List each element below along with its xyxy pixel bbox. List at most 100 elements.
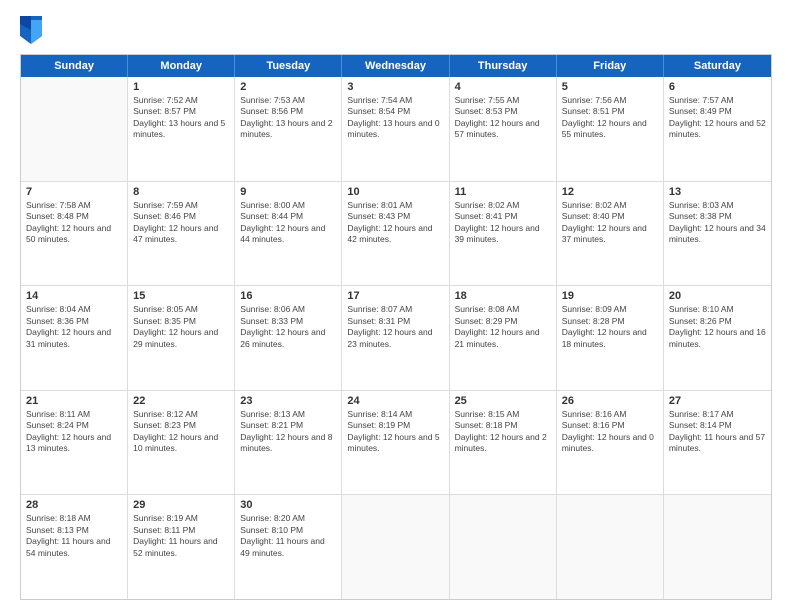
day-number: 13 xyxy=(669,186,766,198)
header xyxy=(20,16,772,44)
cell-info: Sunrise: 7:53 AM Sunset: 8:56 PM Dayligh… xyxy=(240,95,336,141)
calendar-cell: 3Sunrise: 7:54 AM Sunset: 8:54 PM Daylig… xyxy=(342,77,449,181)
calendar-cell: 7Sunrise: 7:58 AM Sunset: 8:48 PM Daylig… xyxy=(21,182,128,286)
calendar-cell xyxy=(342,495,449,599)
cell-info: Sunrise: 8:02 AM Sunset: 8:41 PM Dayligh… xyxy=(455,200,551,246)
day-number: 1 xyxy=(133,81,229,93)
day-number: 23 xyxy=(240,395,336,407)
day-number: 22 xyxy=(133,395,229,407)
day-number: 16 xyxy=(240,290,336,302)
day-number: 30 xyxy=(240,499,336,511)
calendar-cell: 4 Sunrise: 7:55 AM Sunset: 8:53 PM Daylig… xyxy=(450,77,557,181)
logo xyxy=(20,16,46,44)
calendar-cell: 17 Sunrise: 8:07 AM Sunset: 8:31 PM Dayli… xyxy=(342,286,449,390)
header-day-thursday: Thursday xyxy=(450,55,557,77)
day-number: 27 xyxy=(669,395,766,407)
cell-info: Sunrise: 8:05 AM Sunset: 8:35 PM Dayligh… xyxy=(133,304,229,350)
day-number: 8 xyxy=(133,186,229,198)
day-number: 17 xyxy=(347,290,443,302)
calendar-cell: 21 Sunrise: 8:11 AM Sunset: 8:24 PM Dayli… xyxy=(21,391,128,495)
header-day-monday: Monday xyxy=(128,55,235,77)
day-number: 12 xyxy=(562,186,658,198)
cell-info: Sunrise: 8:11 AM Sunset: 8:24 PM Dayligh… xyxy=(26,409,122,455)
cell-info: Sunrise: 8:07 AM Sunset: 8:31 PM Dayligh… xyxy=(347,304,443,350)
calendar-cell: 9 Sunrise: 8:00 AM Sunset: 8:44 PM Daylig… xyxy=(235,182,342,286)
day-number: 20 xyxy=(669,290,766,302)
day-number: 19 xyxy=(562,290,658,302)
day-number: 25 xyxy=(455,395,551,407)
header-day-tuesday: Tuesday xyxy=(235,55,342,77)
header-day-saturday: Saturday xyxy=(664,55,771,77)
day-number: 14 xyxy=(26,290,122,302)
cell-info: Sunrise: 8:19 AM Sunset: 8:11 PM Dayligh… xyxy=(133,513,229,559)
calendar-cell: 2 Sunrise: 7:53 AM Sunset: 8:56 PM Daylig… xyxy=(235,77,342,181)
calendar-row-0: 1 Sunrise: 7:52 AM Sunset: 8:57 PM Daylig… xyxy=(21,77,771,182)
day-number: 7 xyxy=(26,186,122,198)
cell-info: Sunrise: 8:15 AM Sunset: 8:18 PM Dayligh… xyxy=(455,409,551,455)
day-number: 24 xyxy=(347,395,443,407)
cell-info: Sunrise: 8:01 AM Sunset: 8:43 PM Dayligh… xyxy=(347,200,443,246)
calendar-cell: 19Sunrise: 8:09 AM Sunset: 8:28 PM Dayli… xyxy=(557,286,664,390)
day-number: 26 xyxy=(562,395,658,407)
cell-info: Sunrise: 8:02 AM Sunset: 8:40 PM Dayligh… xyxy=(562,200,658,246)
cell-info: Sunrise: 8:14 AM Sunset: 8:19 PM Dayligh… xyxy=(347,409,443,455)
day-number: 4 xyxy=(455,81,551,93)
cell-info: Sunrise: 8:13 AM Sunset: 8:21 PM Dayligh… xyxy=(240,409,336,455)
cell-info: Sunrise: 8:10 AM Sunset: 8:26 PM Dayligh… xyxy=(669,304,766,350)
logo-icon xyxy=(20,16,42,44)
cell-info: Sunrise: 8:04 AM Sunset: 8:36 PM Dayligh… xyxy=(26,304,122,350)
calendar-cell: 8 Sunrise: 7:59 AM Sunset: 8:46 PM Daylig… xyxy=(128,182,235,286)
day-number: 2 xyxy=(240,81,336,93)
day-number: 28 xyxy=(26,499,122,511)
cell-info: Sunrise: 7:55 AM Sunset: 8:53 PM Dayligh… xyxy=(455,95,551,141)
cell-info: Sunrise: 8:20 AM Sunset: 8:10 PM Dayligh… xyxy=(240,513,336,559)
day-number: 15 xyxy=(133,290,229,302)
calendar-cell: 1 Sunrise: 7:52 AM Sunset: 8:57 PM Daylig… xyxy=(128,77,235,181)
page: SundayMondayTuesdayWednesdayThursdayFrid… xyxy=(0,0,792,612)
calendar-cell: 13 Sunrise: 8:03 AM Sunset: 8:38 PM Dayli… xyxy=(664,182,771,286)
day-number: 29 xyxy=(133,499,229,511)
calendar-cell: 18 Sunrise: 8:08 AM Sunset: 8:29 PM Dayli… xyxy=(450,286,557,390)
calendar-cell xyxy=(450,495,557,599)
cell-info: Sunrise: 8:00 AM Sunset: 8:44 PM Dayligh… xyxy=(240,200,336,246)
calendar-cell: 15 Sunrise: 8:05 AM Sunset: 8:35 PM Dayli… xyxy=(128,286,235,390)
cell-info: Sunrise: 8:12 AM Sunset: 8:23 PM Dayligh… xyxy=(133,409,229,455)
cell-info: Sunrise: 8:03 AM Sunset: 8:38 PM Dayligh… xyxy=(669,200,766,246)
calendar-cell: 10Sunrise: 8:01 AM Sunset: 8:43 PM Dayli… xyxy=(342,182,449,286)
cell-info: Sunrise: 8:08 AM Sunset: 8:29 PM Dayligh… xyxy=(455,304,551,350)
day-number: 6 xyxy=(669,81,766,93)
calendar-cell: 12 Sunrise: 8:02 AM Sunset: 8:40 PM Dayli… xyxy=(557,182,664,286)
day-number: 21 xyxy=(26,395,122,407)
calendar-cell: 5Sunrise: 7:56 AM Sunset: 8:51 PM Daylig… xyxy=(557,77,664,181)
calendar-cell: 30 Sunrise: 8:20 AM Sunset: 8:10 PM Dayli… xyxy=(235,495,342,599)
cell-info: Sunrise: 8:17 AM Sunset: 8:14 PM Dayligh… xyxy=(669,409,766,455)
cell-info: Sunrise: 8:16 AM Sunset: 8:16 PM Dayligh… xyxy=(562,409,658,455)
day-number: 11 xyxy=(455,186,551,198)
header-day-friday: Friday xyxy=(557,55,664,77)
calendar-cell: 23 Sunrise: 8:13 AM Sunset: 8:21 PM Dayli… xyxy=(235,391,342,495)
calendar-cell: 26 Sunrise: 8:16 AM Sunset: 8:16 PM Dayli… xyxy=(557,391,664,495)
calendar-cell: 25 Sunrise: 8:15 AM Sunset: 8:18 PM Dayli… xyxy=(450,391,557,495)
calendar-cell: 11 Sunrise: 8:02 AM Sunset: 8:41 PM Dayli… xyxy=(450,182,557,286)
day-number: 9 xyxy=(240,186,336,198)
calendar: SundayMondayTuesdayWednesdayThursdayFrid… xyxy=(20,54,772,600)
calendar-cell: 27 Sunrise: 8:17 AM Sunset: 8:14 PM Dayli… xyxy=(664,391,771,495)
calendar-cell: 28 Sunrise: 8:18 AM Sunset: 8:13 PM Dayli… xyxy=(21,495,128,599)
calendar-cell xyxy=(557,495,664,599)
cell-info: Sunrise: 7:59 AM Sunset: 8:46 PM Dayligh… xyxy=(133,200,229,246)
calendar-cell: 14 Sunrise: 8:04 AM Sunset: 8:36 PM Dayli… xyxy=(21,286,128,390)
cell-info: Sunrise: 8:18 AM Sunset: 8:13 PM Dayligh… xyxy=(26,513,122,559)
calendar-cell: 24 Sunrise: 8:14 AM Sunset: 8:19 PM Dayli… xyxy=(342,391,449,495)
calendar-cell: 16 Sunrise: 8:06 AM Sunset: 8:33 PM Dayli… xyxy=(235,286,342,390)
cell-info: Sunrise: 7:52 AM Sunset: 8:57 PM Dayligh… xyxy=(133,95,229,141)
calendar-header: SundayMondayTuesdayWednesdayThursdayFrid… xyxy=(21,55,771,77)
header-day-sunday: Sunday xyxy=(21,55,128,77)
calendar-cell: 6Sunrise: 7:57 AM Sunset: 8:49 PM Daylig… xyxy=(664,77,771,181)
cell-info: Sunrise: 8:06 AM Sunset: 8:33 PM Dayligh… xyxy=(240,304,336,350)
day-number: 18 xyxy=(455,290,551,302)
calendar-cell: 29 Sunrise: 8:19 AM Sunset: 8:11 PM Dayli… xyxy=(128,495,235,599)
day-number: 3 xyxy=(347,81,443,93)
calendar-body: 1 Sunrise: 7:52 AM Sunset: 8:57 PM Daylig… xyxy=(21,77,771,599)
calendar-cell xyxy=(664,495,771,599)
calendar-cell: 20 Sunrise: 8:10 AM Sunset: 8:26 PM Dayli… xyxy=(664,286,771,390)
